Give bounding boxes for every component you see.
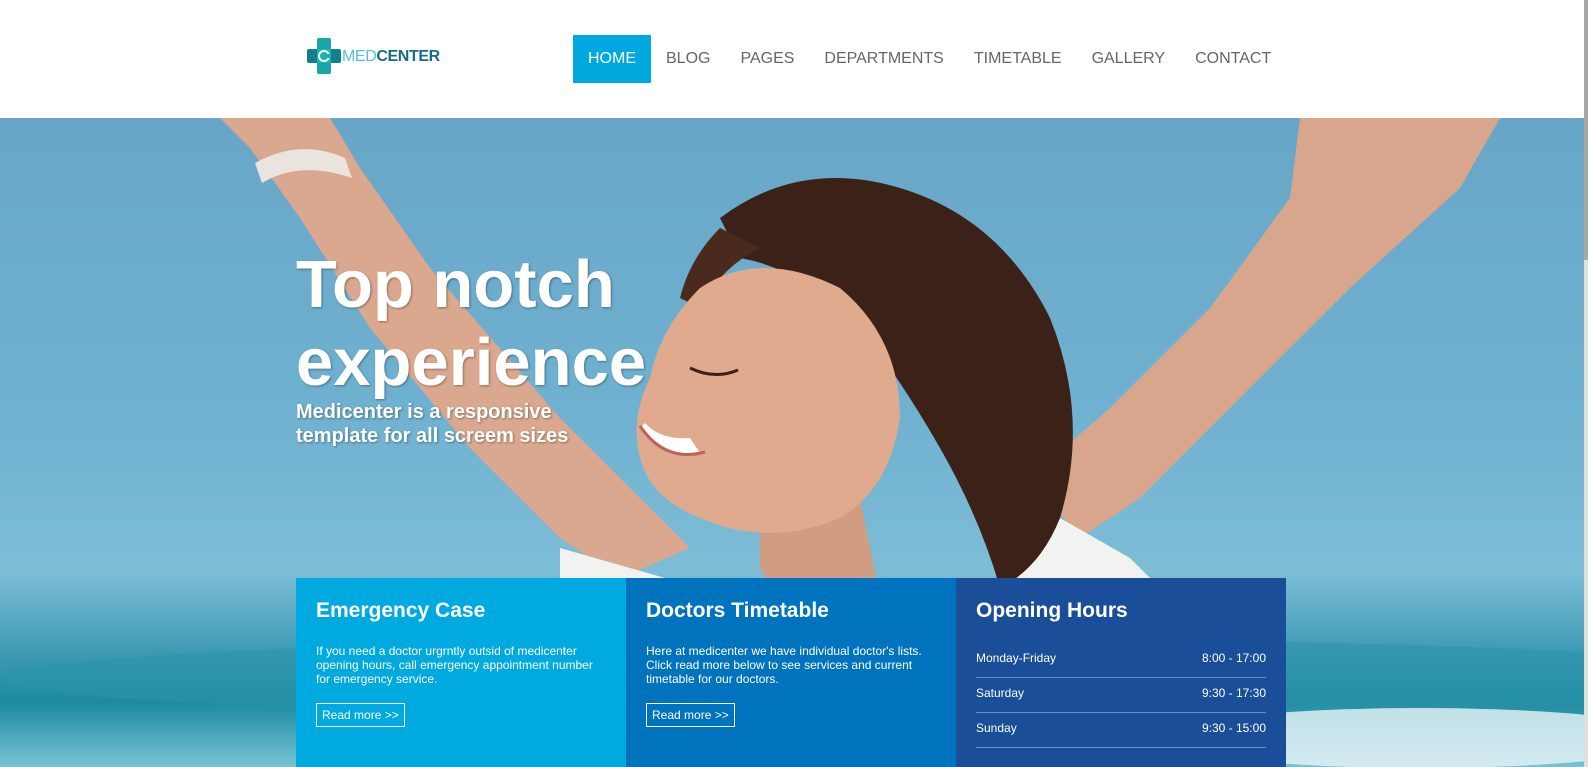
nav-item-timetable[interactable]: TIMETABLE bbox=[959, 35, 1077, 83]
emergency-read-more-button[interactable]: Read more >> bbox=[316, 703, 405, 727]
hours-time: 9:30 - 15:00 bbox=[1201, 721, 1266, 735]
doctors-timetable-box: Doctors Timetable Here at medicenter we … bbox=[626, 578, 956, 767]
scrollbar-thumb[interactable] bbox=[1584, 0, 1588, 260]
doctors-timetable-text: Here at medicenter we have individual do… bbox=[646, 644, 922, 686]
hero-title: Top notch experience bbox=[296, 247, 647, 400]
timetable-read-more-button[interactable]: Read more >> bbox=[646, 703, 735, 727]
hero-subtitle: Medicenter is a responsive template for … bbox=[296, 401, 569, 447]
medical-cross-icon bbox=[307, 38, 341, 74]
nav-item-contact[interactable]: CONTACT bbox=[1180, 35, 1286, 83]
hours-row: Monday-Friday 8:00 - 17:00 bbox=[976, 643, 1266, 678]
hours-time: 8:00 - 17:00 bbox=[1201, 651, 1266, 665]
logo-text: MEDCENTER bbox=[342, 48, 440, 66]
nav-item-gallery[interactable]: GALLERY bbox=[1077, 35, 1181, 83]
hours-day: Saturday bbox=[976, 686, 1025, 700]
opening-hours-box: Opening Hours Monday-Friday 8:00 - 17:00… bbox=[956, 578, 1286, 767]
logo-text-part1: MED bbox=[342, 48, 377, 65]
site-logo[interactable]: MEDCENTER bbox=[307, 38, 442, 78]
nav-item-blog[interactable]: BLOG bbox=[651, 35, 725, 83]
emergency-case-title: Emergency Case bbox=[316, 599, 486, 622]
emergency-case-text: If you need a doctor urgrntly outsid of … bbox=[316, 644, 593, 686]
nav-item-home[interactable]: HOME bbox=[573, 35, 651, 83]
opening-hours-title: Opening Hours bbox=[976, 599, 1128, 622]
nav-item-pages[interactable]: PAGES bbox=[725, 35, 809, 83]
opening-hours-list: Monday-Friday 8:00 - 17:00 Saturday 9:30… bbox=[976, 643, 1266, 748]
info-boxes: Emergency Case If you need a doctor urgr… bbox=[296, 578, 1286, 767]
hours-row: Saturday 9:30 - 17:30 bbox=[976, 678, 1266, 713]
hours-row: Sunday 9:30 - 15:00 bbox=[976, 713, 1266, 748]
doctors-timetable-title: Doctors Timetable bbox=[646, 599, 829, 622]
logo-text-part2: CENTER bbox=[376, 48, 440, 65]
nav-item-departments[interactable]: DEPARTMENTS bbox=[809, 35, 958, 83]
hours-time: 9:30 - 17:30 bbox=[1201, 686, 1266, 700]
site-header: MEDCENTER HOME BLOG PAGES DEPARTMENTS TI… bbox=[0, 0, 1588, 118]
hours-day: Sunday bbox=[976, 721, 1017, 735]
main-navigation: HOME BLOG PAGES DEPARTMENTS TIMETABLE GA… bbox=[573, 35, 1286, 83]
emergency-case-box: Emergency Case If you need a doctor urgr… bbox=[296, 578, 626, 767]
page-scrollbar[interactable] bbox=[1584, 0, 1588, 767]
hours-day: Monday-Friday bbox=[976, 651, 1057, 665]
